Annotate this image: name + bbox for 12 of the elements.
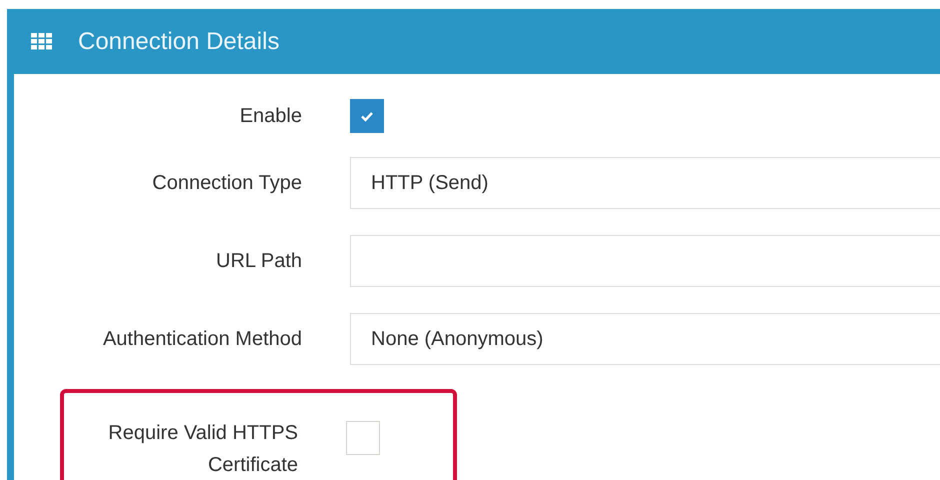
checkbox[interactable] xyxy=(350,99,384,133)
input-field[interactable]: HTTP (Send) xyxy=(350,157,940,209)
input-field[interactable] xyxy=(350,235,940,287)
field-label: Connection Type xyxy=(151,171,302,196)
field-label: Require Valid HTTPS Certificate xyxy=(107,421,298,478)
panel-title: Connection Details xyxy=(78,28,280,56)
grid-icon xyxy=(31,33,52,50)
field-label: Enable xyxy=(238,104,302,129)
check-icon xyxy=(360,110,374,122)
field-label: URL Path xyxy=(215,249,302,274)
field-label: Authentication Method xyxy=(102,327,302,352)
input-field[interactable]: None (Anonymous) xyxy=(350,313,940,365)
